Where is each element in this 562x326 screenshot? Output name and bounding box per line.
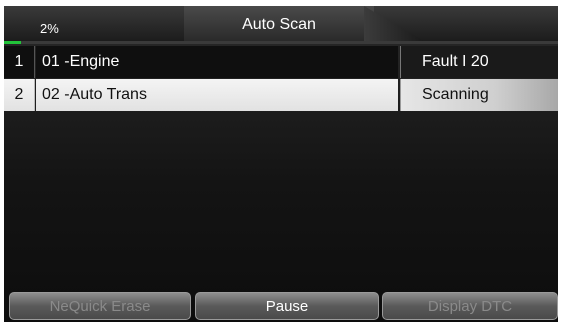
table-row[interactable]: 2 02 -Auto Trans Scanning (4, 79, 558, 111)
row-index: 1 (4, 46, 35, 78)
system-status: Scanning (400, 79, 558, 111)
table-row[interactable]: 1 01 -Engine Fault I 20 (4, 46, 558, 78)
page-title: Auto Scan (242, 16, 316, 33)
progress-bar-fill (4, 41, 21, 44)
system-name: 01 -Engine (36, 46, 398, 78)
progress-percent: 2% (40, 21, 59, 36)
bottom-toolbar: NeQuick Erase Pause Display DTC (4, 290, 558, 322)
progress-bar (4, 41, 558, 44)
system-status: Fault I 20 (400, 46, 558, 78)
quick-erase-button[interactable]: NeQuick Erase (9, 292, 191, 320)
title-bar: 2% Auto Scan (4, 6, 558, 41)
pause-button[interactable]: Pause (195, 292, 379, 320)
scan-screen: 2% Auto Scan 1 01 -Engine Fault I 20 2 0… (4, 6, 558, 322)
display-dtc-button[interactable]: Display DTC (382, 292, 558, 320)
row-index: 2 (4, 79, 35, 111)
system-name: 02 -Auto Trans (36, 79, 398, 111)
